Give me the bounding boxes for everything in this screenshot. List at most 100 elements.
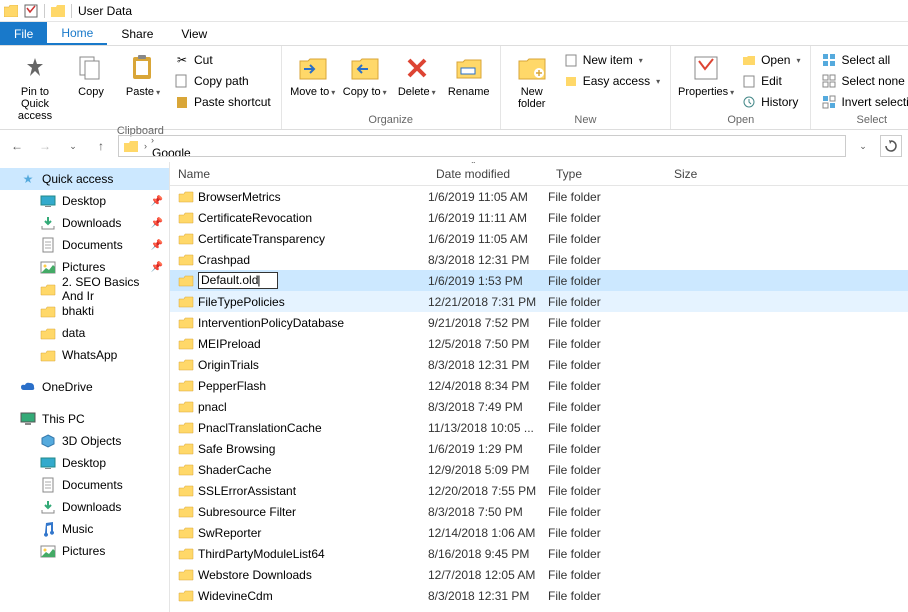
copy-path-button[interactable]: Copy path (170, 71, 275, 91)
sidebar-item[interactable]: data (0, 322, 169, 344)
paste-button[interactable]: Paste (118, 50, 168, 101)
file-type: File folder (548, 253, 666, 267)
column-size[interactable]: Size (666, 167, 726, 181)
pin-quick-access-button[interactable]: Pin to Quick access (6, 50, 64, 124)
tab-view[interactable]: View (167, 22, 221, 45)
up-button[interactable]: ↑ (90, 135, 112, 157)
sidebar-item[interactable]: Desktop📌 (0, 190, 169, 212)
history-button[interactable]: History (737, 92, 804, 112)
file-row[interactable]: InterventionPolicyDatabase9/21/2018 7:52… (170, 312, 908, 333)
file-row[interactable]: SSLErrorAssistant12/20/2018 7:55 PMFile … (170, 480, 908, 501)
sidebar-this-pc[interactable]: This PC (0, 408, 169, 430)
sidebar-item[interactable]: Pictures (0, 540, 169, 562)
file-row[interactable]: Crashpad8/3/2018 12:31 PMFile folder (170, 249, 908, 270)
select-none-button[interactable]: Select none (817, 71, 908, 91)
column-type[interactable]: Type (548, 167, 666, 181)
chevron-right-icon[interactable]: › (150, 135, 155, 145)
file-row[interactable]: Default.old1/6/2019 1:53 PMFile folder (170, 270, 908, 291)
sidebar-item[interactable]: Downloads📌 (0, 212, 169, 234)
navigation-bar: ← → ⌄ ↑ › srikant›AppData›Local›Google›C… (0, 130, 908, 162)
file-type: File folder (548, 379, 666, 393)
new-folder-button[interactable]: New folder (507, 50, 557, 112)
rename-input[interactable]: Default.old (198, 272, 278, 289)
folder-small-icon (51, 4, 65, 18)
easy-access-button[interactable]: Easy access (559, 71, 664, 91)
sidebar-item[interactable]: Documents (0, 474, 169, 496)
folder-icon (178, 400, 194, 414)
file-row[interactable]: PnaclTranslationCache11/13/2018 10:05 ..… (170, 417, 908, 438)
file-row[interactable]: BrowserMetrics1/6/2019 11:05 AMFile fold… (170, 186, 908, 207)
chevron-right-icon[interactable]: › (143, 141, 148, 151)
ribbon: Pin to Quick access Copy Paste ✂Cut Copy… (0, 46, 908, 130)
file-row[interactable]: Subresource Filter8/3/2018 7:50 PMFile f… (170, 501, 908, 522)
tab-share[interactable]: Share (107, 22, 167, 45)
file-type: File folder (548, 232, 666, 246)
file-row[interactable]: ShaderCache12/9/2018 5:09 PMFile folder (170, 459, 908, 480)
sidebar-item[interactable]: 3D Objects (0, 430, 169, 452)
file-row[interactable]: pnacl8/3/2018 7:49 PMFile folder (170, 396, 908, 417)
column-name[interactable]: Name (170, 167, 428, 181)
sidebar-item[interactable]: WhatsApp (0, 344, 169, 366)
file-row[interactable]: FileTypePolicies12/21/2018 7:31 PMFile f… (170, 291, 908, 312)
delete-button[interactable]: Delete (392, 50, 442, 101)
sidebar-item[interactable]: Downloads (0, 496, 169, 518)
file-date: 1/6/2019 11:05 AM (428, 232, 548, 246)
file-date: 8/3/2018 12:31 PM (428, 253, 548, 267)
edit-button[interactable]: Edit (737, 71, 804, 91)
file-row[interactable]: CertificateRevocation1/6/2019 11:11 AMFi… (170, 207, 908, 228)
sidebar-item[interactable]: Desktop (0, 452, 169, 474)
properties-button[interactable]: Properties (677, 50, 735, 101)
file-date: 1/6/2019 1:29 PM (428, 442, 548, 456)
file-row[interactable]: SwReporter12/14/2018 1:06 AMFile folder (170, 522, 908, 543)
select-all-button[interactable]: Select all (817, 50, 908, 70)
file-row[interactable]: Webstore Downloads12/7/2018 12:05 AMFile… (170, 564, 908, 585)
folder-icon (40, 237, 56, 253)
folder-icon (178, 484, 194, 498)
sidebar-item[interactable]: Documents📌 (0, 234, 169, 256)
back-button[interactable]: ← (6, 135, 28, 157)
refresh-button[interactable] (880, 135, 902, 157)
breadcrumb-segment[interactable]: Google (150, 146, 208, 157)
file-type: File folder (548, 463, 666, 477)
file-date: 12/9/2018 5:09 PM (428, 463, 548, 477)
sidebar-item[interactable]: Music (0, 518, 169, 540)
sidebar-quick-access[interactable]: ★Quick access (0, 168, 169, 190)
file-row[interactable]: Safe Browsing1/6/2019 1:29 PMFile folder (170, 438, 908, 459)
file-type: File folder (548, 505, 666, 519)
folder-icon (4, 4, 18, 18)
address-bar[interactable]: › srikant›AppData›Local›Google›Chrome›Us… (118, 135, 846, 157)
rename-icon (453, 52, 485, 84)
tab-home[interactable]: Home (47, 22, 107, 45)
cut-button[interactable]: ✂Cut (170, 50, 275, 70)
file-row[interactable]: OriginTrials8/3/2018 12:31 PMFile folder (170, 354, 908, 375)
save-icon[interactable] (24, 4, 38, 18)
invert-selection-button[interactable]: Invert selection (817, 92, 908, 112)
copy-to-button[interactable]: Copy to (340, 50, 390, 101)
forward-button[interactable]: → (34, 135, 56, 157)
file-row[interactable]: ThirdPartyModuleList648/16/2018 9:45 PMF… (170, 543, 908, 564)
sidebar-item-label: Documents (62, 238, 123, 252)
sidebar-item[interactable]: 2. SEO Basics And Ir (0, 278, 169, 300)
file-date: 9/21/2018 7:52 PM (428, 316, 548, 330)
file-row[interactable]: PepperFlash12/4/2018 8:34 PMFile folder (170, 375, 908, 396)
ribbon-tabs: File Home Share View (0, 22, 908, 46)
copy-button[interactable]: Copy (66, 50, 116, 100)
file-row[interactable]: MEIPreload12/5/2018 7:50 PMFile folder (170, 333, 908, 354)
folder-icon (40, 499, 56, 515)
open-button[interactable]: Open (737, 50, 804, 70)
address-dropdown[interactable]: ⌄ (852, 135, 874, 157)
sidebar-onedrive[interactable]: OneDrive (0, 376, 169, 398)
file-name: Webstore Downloads (198, 568, 312, 582)
move-to-button[interactable]: Move to (288, 50, 338, 101)
sidebar-item[interactable]: bhakti (0, 300, 169, 322)
rename-button[interactable]: Rename (444, 50, 494, 100)
tab-file[interactable]: File (0, 22, 47, 45)
new-item-button[interactable]: New item (559, 50, 664, 70)
paste-shortcut-button[interactable]: Paste shortcut (170, 92, 275, 112)
file-row[interactable]: CertificateTransparency1/6/2019 11:05 AM… (170, 228, 908, 249)
file-row[interactable]: WidevineCdm8/3/2018 12:31 PMFile folder (170, 585, 908, 606)
file-list[interactable]: BrowserMetrics1/6/2019 11:05 AMFile fold… (170, 186, 908, 612)
column-date[interactable]: Date modified (428, 167, 548, 181)
pc-icon[interactable] (121, 139, 141, 153)
recent-dropdown[interactable]: ⌄ (62, 135, 84, 157)
